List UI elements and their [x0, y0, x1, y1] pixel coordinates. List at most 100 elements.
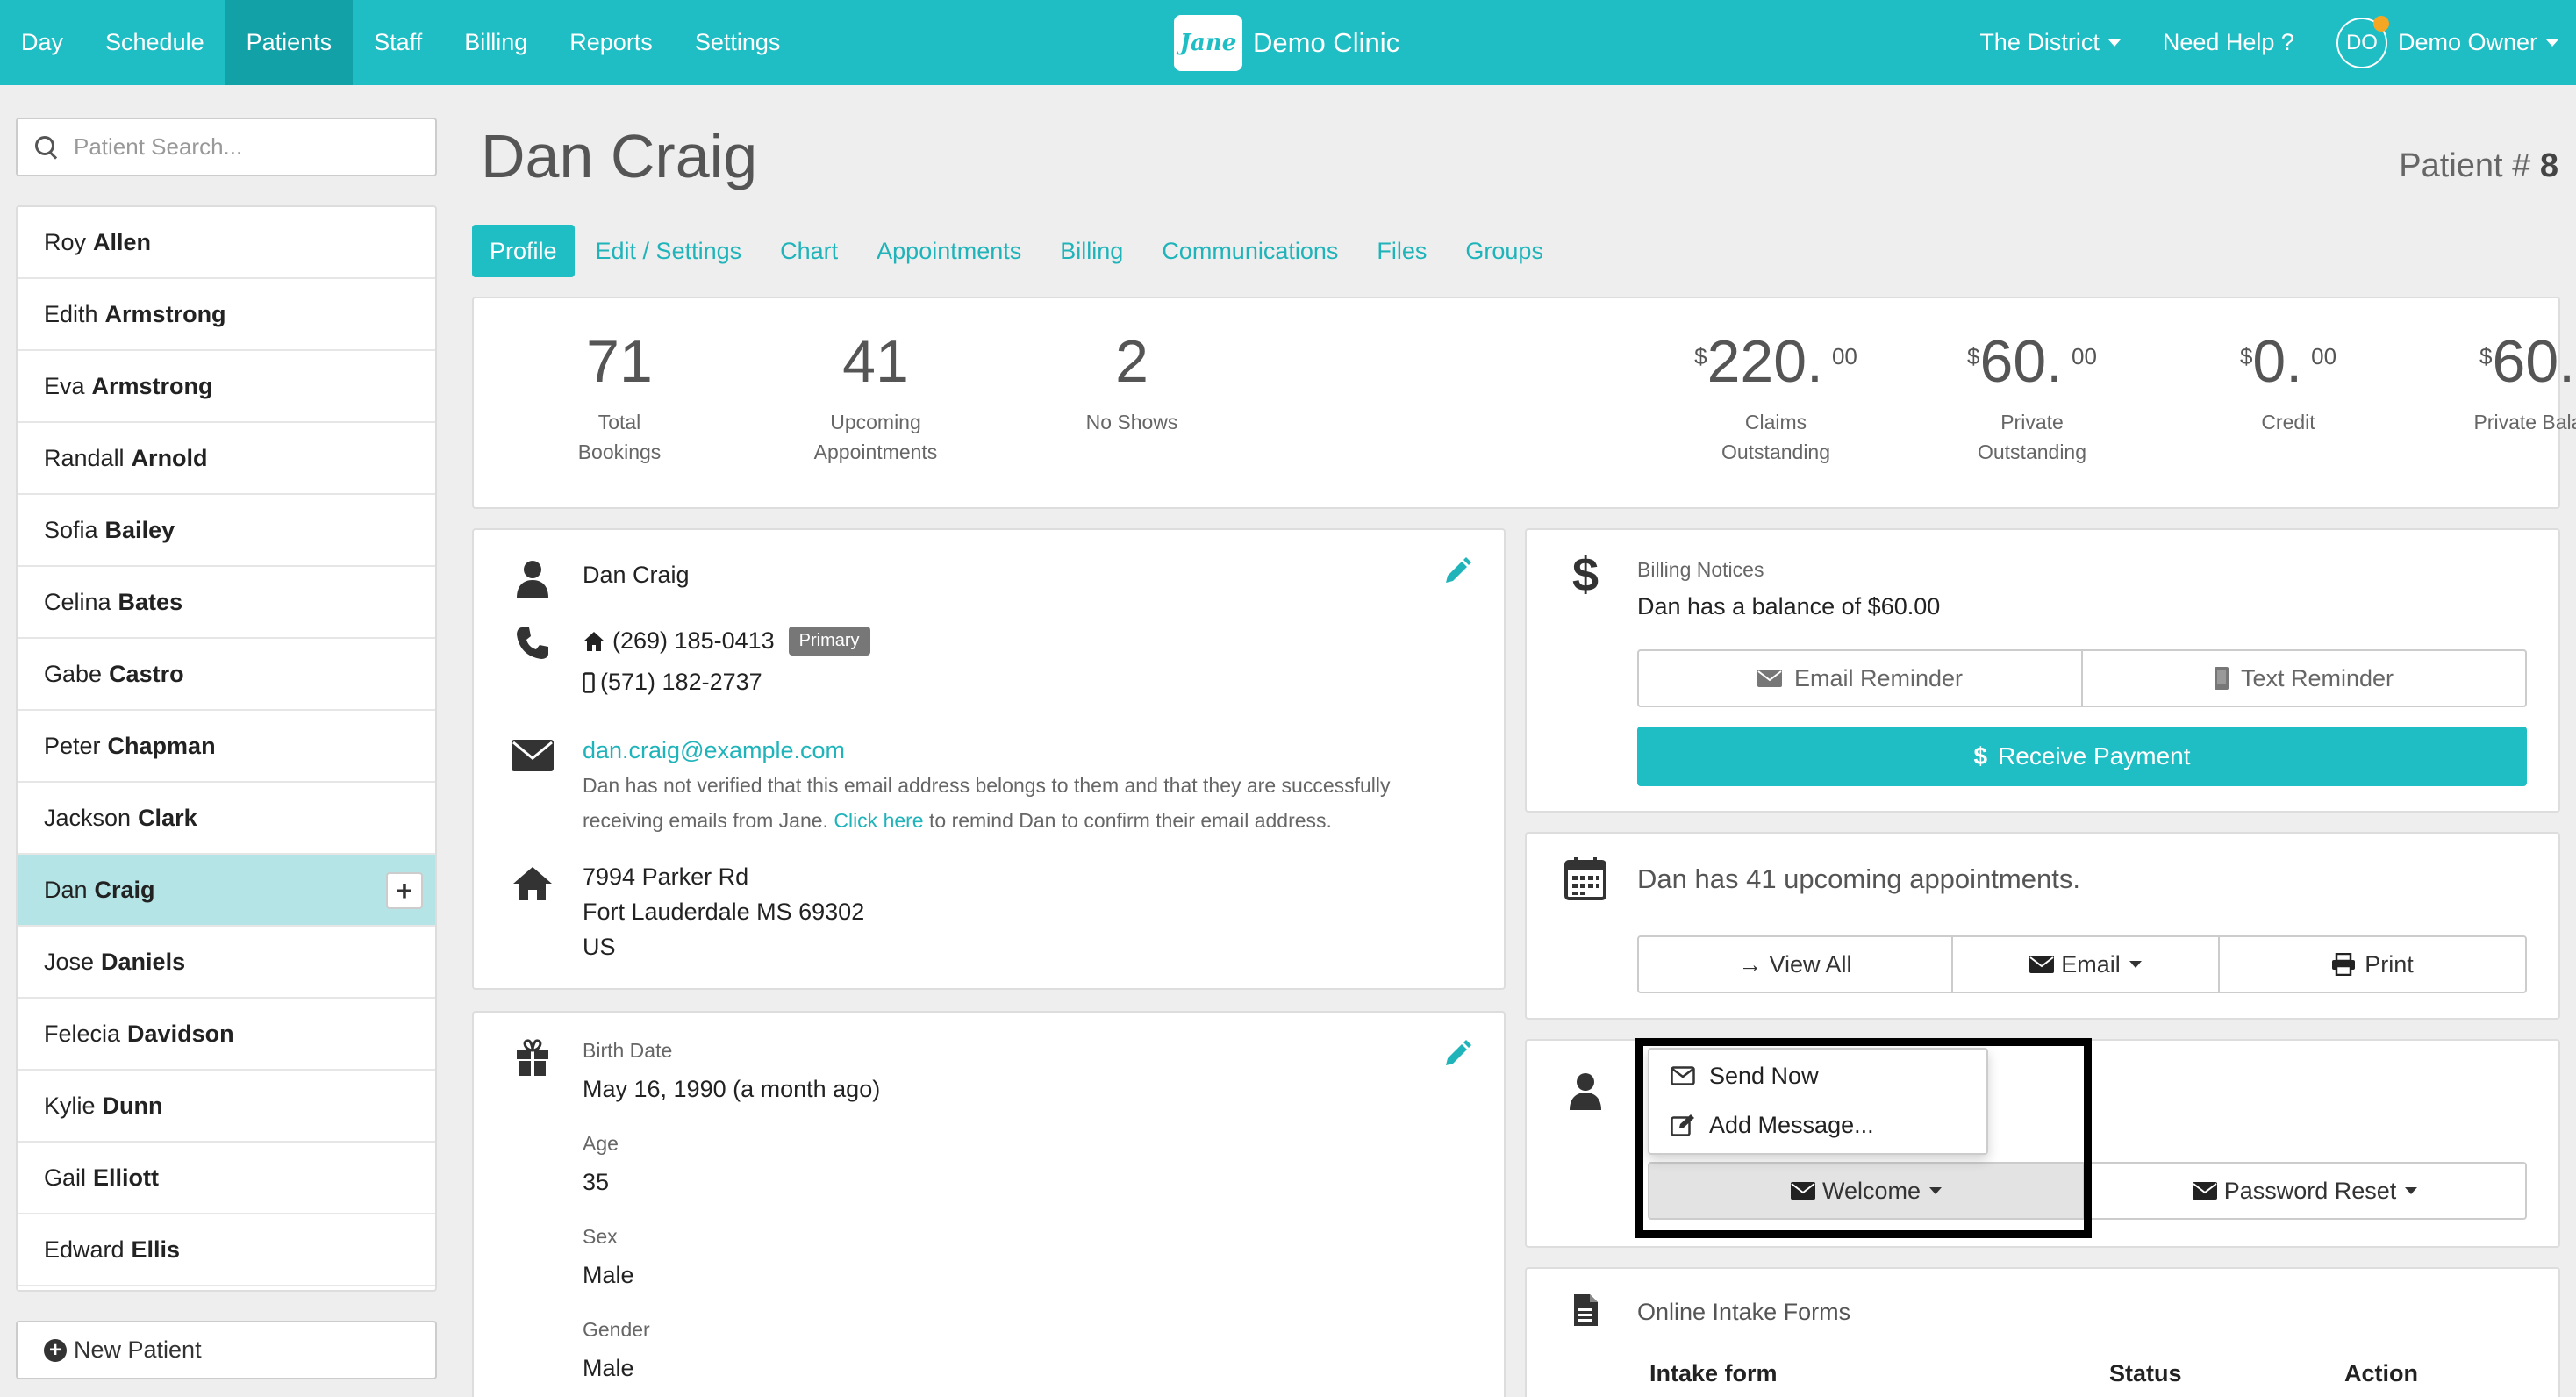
tab-files[interactable]: Files [1359, 225, 1444, 277]
search-input[interactable] [74, 133, 425, 161]
envelope-icon [2029, 956, 2055, 973]
tab-edit-settings[interactable]: Edit / Settings [578, 225, 760, 277]
document-icon [1563, 1288, 1607, 1332]
list-item-active[interactable]: Dan Craig + [18, 855, 435, 927]
list-item[interactable]: Celina Bates [18, 567, 435, 639]
list-item[interactable]: Randall Arnold [18, 423, 435, 495]
tab-chart[interactable]: Chart [762, 225, 855, 277]
list-item[interactable]: Roy Allen [18, 207, 435, 279]
location-label: The District [1979, 29, 2100, 55]
contact-card: Dan Craig (269) 185-0413 Primary (571) 1… [472, 528, 1506, 990]
home-phone[interactable]: (269) 185-0413 [612, 627, 775, 655]
sex-value: Male [583, 1262, 634, 1288]
tab-communications[interactable]: Communications [1144, 225, 1356, 277]
phone-icon [511, 621, 555, 665]
envelope-icon [511, 734, 555, 777]
text-reminder-button[interactable]: Text Reminder [2081, 649, 2527, 707]
email-reminder-button[interactable]: Email Reminder [1637, 649, 2083, 707]
list-item[interactable]: Gabe Castro [18, 639, 435, 711]
plus-circle-icon: + [44, 1338, 67, 1362]
printer-icon [2332, 953, 2356, 976]
primary-badge: Primary [788, 627, 870, 656]
address-line1: 7994 Parker Rd [583, 863, 749, 890]
gender-label: Gender [583, 1318, 650, 1341]
tab-billing[interactable]: Billing [1042, 225, 1141, 277]
nav-staff[interactable]: Staff [353, 0, 443, 85]
envelope-icon [1757, 670, 1782, 687]
sex-label: Sex [583, 1225, 618, 1248]
click-here-link[interactable]: Click here [834, 809, 923, 832]
calendar-icon [1563, 856, 1607, 900]
top-navbar: Day Schedule Patients Staff Billing Repo… [0, 0, 2576, 85]
stats-panel: 71 Total Bookings 41 Upcoming Appointments… [472, 297, 2576, 509]
details-card: Birth Date May 16, 1990 (a month ago) Ag… [472, 1011, 1506, 1397]
email-dropdown-button[interactable]: Email [1951, 935, 2220, 993]
gender-value: Male [583, 1355, 634, 1381]
col-status: Status [2109, 1360, 2182, 1386]
notification-dot [2372, 15, 2389, 32]
view-all-button[interactable]: → View All [1637, 935, 1953, 993]
dollar-icon: $ [1571, 548, 1599, 601]
stat-total-bookings: 71 Total Bookings [577, 328, 662, 463]
print-button[interactable]: Print [2218, 935, 2527, 993]
tab-groups[interactable]: Groups [1448, 225, 1561, 277]
nav-patients[interactable]: Patients [225, 0, 354, 85]
pencil-icon[interactable] [1442, 556, 1472, 586]
birth-date-value: May 16, 1990 (a month ago) [583, 1076, 881, 1102]
new-patient-button[interactable]: + New Patient [16, 1321, 437, 1379]
add-to-list-button[interactable]: + [386, 872, 423, 909]
email-link[interactable]: dan.craig@example.com [583, 737, 845, 764]
list-item[interactable]: Sofia Bailey [18, 495, 435, 567]
patient-number: Patient # 8 [2399, 147, 2558, 184]
gift-icon [511, 1035, 555, 1079]
location-dropdown[interactable]: The District [1979, 29, 2121, 56]
nav-reports[interactable]: Reports [548, 0, 674, 85]
tab-profile[interactable]: Profile [472, 225, 575, 277]
mobile-phone-row: (571) 182-2737 [583, 669, 762, 696]
receive-payment-button[interactable]: $ Receive Payment [1637, 727, 2527, 786]
pencil-icon[interactable] [1442, 1039, 1472, 1069]
list-item[interactable]: Jose Daniels [18, 927, 435, 999]
nav-settings[interactable]: Settings [674, 0, 802, 85]
col-action: Action [2344, 1360, 2418, 1386]
list-item[interactable]: Kylie Dunn [18, 1071, 435, 1143]
list-item[interactable]: Jackson Clark [18, 783, 435, 855]
list-item[interactable]: Felecia Davidson [18, 999, 435, 1071]
search-icon [35, 135, 58, 159]
list-item[interactable]: Gail Elliott [18, 1143, 435, 1214]
help-link[interactable]: Need Help ? [2163, 29, 2294, 56]
age-value: 35 [583, 1169, 610, 1195]
billing-notices-title: Billing Notices [1637, 558, 1764, 581]
tab-appointments[interactable]: Appointments [859, 225, 1039, 277]
nav-billing[interactable]: Billing [443, 0, 548, 85]
avatar-initials: DO [2345, 30, 2378, 54]
billing-card: $ Billing Notices Dan has a balance of $… [1525, 528, 2560, 813]
patient-list: Roy Allen Edith Armstrong Eva Armstrong Ran… [16, 205, 437, 1292]
profile-tabs: Profile Edit / Settings Chart Appointmen… [472, 225, 1564, 277]
stat-no-shows: 2 No Shows [1085, 328, 1178, 433]
balance-text: Dan has a balance of $60.00 [1637, 593, 1941, 620]
email-note-line2: receiving emails from Jane. Click here t… [583, 809, 1332, 832]
user-menu[interactable]: DO Demo Owner [2336, 15, 2558, 68]
list-item[interactable]: Eva Armstrong [18, 351, 435, 423]
contact-name: Dan Craig [583, 562, 690, 588]
password-reset-button[interactable]: Password Reset [2083, 1162, 2527, 1220]
mobile-icon [583, 671, 595, 693]
chevron-down-icon [2405, 1187, 2418, 1194]
list-item[interactable]: Peter Chapman [18, 711, 435, 783]
avatar: DO [2336, 15, 2389, 68]
nav-schedule[interactable]: Schedule [84, 0, 225, 85]
jane-logo: Jane [1174, 15, 1242, 71]
nav-day[interactable]: Day [0, 0, 84, 85]
list-item[interactable]: Edith Armstrong [18, 279, 435, 351]
stat-private-balance: $60.00 Private Balance [2473, 328, 2576, 433]
mobile-phone[interactable]: (571) 182-2737 [600, 669, 762, 696]
list-item[interactable]: Edward Ellis [18, 1214, 435, 1286]
clinic-brand[interactable]: Jane Demo Clinic [1174, 12, 1399, 74]
user-icon [1563, 1069, 1607, 1113]
arrow-right-icon: → [1738, 950, 1763, 978]
dollar-icon: $ [1973, 742, 1988, 770]
stat-private-outstanding: $60. 00 Private Outstanding [1967, 328, 2097, 463]
house-icon [511, 862, 555, 906]
user-name: Demo Owner [2397, 29, 2537, 55]
